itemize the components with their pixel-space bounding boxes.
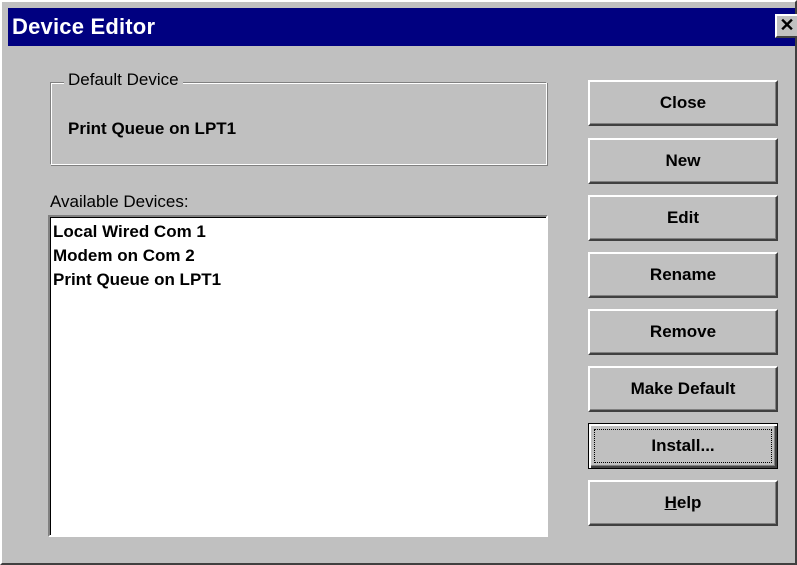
edit-button[interactable]: Edit: [588, 195, 778, 241]
default-device-legend: Default Device: [64, 70, 183, 90]
rename-button[interactable]: Rename: [588, 252, 778, 298]
device-editor-dialog: Device Editor ✕ Default Device Print Que…: [0, 0, 797, 565]
remove-button[interactable]: Remove: [588, 309, 778, 355]
help-button-label: Help: [665, 493, 702, 513]
edit-button-label: Edit: [666, 208, 700, 227]
focus-ring: [594, 429, 772, 463]
close-button[interactable]: Close: [588, 80, 778, 126]
close-button-label: Close: [659, 93, 707, 112]
help-mnemonic: H: [664, 493, 677, 512]
install-button[interactable]: Install...: [588, 423, 778, 469]
rename-button-label: Rename: [649, 265, 717, 284]
make-default-button[interactable]: Make Default: [588, 366, 778, 412]
new-button-label: New: [665, 151, 701, 170]
list-item[interactable]: Local Wired Com 1: [53, 222, 206, 242]
list-item[interactable]: Modem on Com 2: [53, 246, 195, 266]
list-item[interactable]: Print Queue on LPT1: [53, 270, 221, 290]
default-device-value: Print Queue on LPT1: [68, 119, 237, 138]
help-button[interactable]: Help: [588, 480, 778, 526]
help-label-rest: elp: [676, 493, 702, 512]
make-default-button-label: Make Default: [630, 379, 736, 398]
title-bar[interactable]: Device Editor ✕: [8, 8, 797, 46]
window-title: Device Editor: [12, 14, 156, 39]
new-button[interactable]: New: [588, 138, 778, 184]
remove-button-label: Remove: [649, 322, 717, 341]
available-devices-label: Available Devices:: [50, 192, 189, 211]
available-devices-list[interactable]: Local Wired Com 1 Modem on Com 2 Print Q…: [48, 215, 548, 537]
close-icon[interactable]: ✕: [775, 14, 797, 38]
